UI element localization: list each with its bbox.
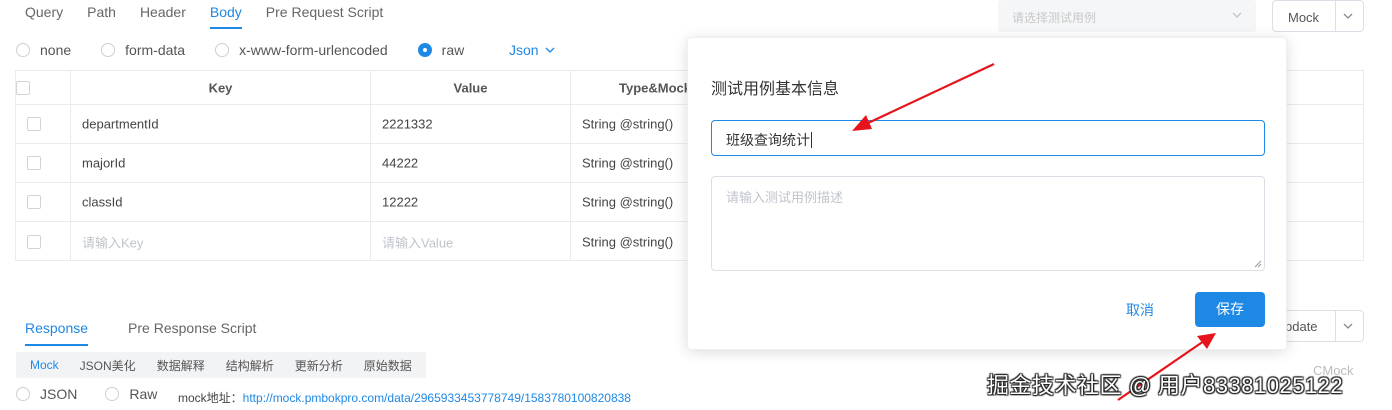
radio-x-www-form-urlencoded[interactable]: x-www-form-urlencoded	[215, 42, 388, 58]
radio-raw-format[interactable]: Raw	[105, 386, 157, 402]
mock-select[interactable]: Mock	[1272, 0, 1364, 32]
radio-label: Raw	[129, 386, 158, 402]
radio-label: form-data	[125, 42, 186, 58]
radio-none[interactable]: none	[16, 42, 71, 58]
cancel-button[interactable]: 取消	[1126, 300, 1154, 320]
subtab-raw-data[interactable]: 原始数据	[364, 357, 412, 374]
tab-response[interactable]: Response	[25, 320, 89, 346]
test-case-dialog: 测试用例基本信息 班级查询统计 请输入测试用例描述 取消 保存	[687, 37, 1287, 350]
radio-label: raw	[441, 42, 465, 58]
mock-select-value: Mock	[1288, 10, 1320, 25]
key-input[interactable]: 请输入Key	[71, 222, 371, 261]
test-case-select-placeholder: 请选择测试用例	[1012, 11, 1097, 25]
row-checkbox[interactable]	[27, 156, 41, 170]
row-checkbox[interactable]	[27, 234, 41, 249]
select-all-checkbox[interactable]	[16, 80, 30, 95]
raw-format-value: Json	[509, 42, 539, 58]
body-type-radios: none form-data x-www-form-urlencoded raw	[16, 40, 494, 60]
key-cell[interactable]: departmentId	[71, 105, 371, 143]
tab-header[interactable]: Header	[140, 4, 186, 29]
resize-grip-icon[interactable]	[1254, 260, 1262, 268]
radio-circle[interactable]	[101, 43, 116, 57]
response-tabs: Response Pre Response Script	[25, 320, 296, 346]
radio-form-data[interactable]: form-data	[101, 42, 185, 58]
update-select-value: pdate	[1285, 319, 1318, 334]
subtab-data-explain[interactable]: 数据解释	[157, 357, 205, 374]
text-caret	[811, 132, 812, 148]
row-checkbox[interactable]	[27, 195, 41, 209]
subtab-mock[interactable]: Mock	[30, 358, 59, 372]
response-format-radios: JSON Raw	[16, 386, 185, 402]
subtab-structure-parse[interactable]: 结构解析	[226, 357, 274, 374]
key-cell[interactable]: majorId	[71, 144, 371, 182]
header-value: Value	[371, 71, 571, 104]
dialog-title: 测试用例基本信息	[711, 81, 840, 98]
request-tabs: Query Path Header Body Pre Request Scrip…	[25, 4, 407, 29]
tab-pre-request-script[interactable]: Pre Request Script	[266, 4, 384, 29]
row-checkbox[interactable]	[27, 117, 41, 131]
test-case-name-value: 班级查询统计	[726, 132, 810, 148]
radio-json[interactable]: JSON	[16, 386, 77, 402]
divider	[1335, 1, 1336, 31]
chevron-down-icon	[1232, 12, 1242, 18]
tab-pre-response-script[interactable]: Pre Response Script	[128, 320, 256, 346]
value-cell[interactable]: 12222	[371, 183, 571, 221]
watermark: 掘金技术社区 @ 用户83381025122	[987, 373, 1344, 398]
mock-url-label: mock地址：	[178, 391, 243, 405]
radio-label: none	[40, 42, 72, 58]
test-case-description-textarea[interactable]: 请输入测试用例描述	[711, 176, 1265, 271]
tab-path[interactable]: Path	[87, 4, 116, 29]
value-cell[interactable]: 44222	[371, 144, 571, 182]
chevron-down-icon[interactable]	[1341, 319, 1355, 333]
radio-circle[interactable]	[16, 43, 30, 57]
radio-label: x-www-form-urlencoded	[239, 42, 388, 58]
value-cell[interactable]: 2221332	[371, 105, 571, 143]
value-input[interactable]: 请输入Value	[371, 222, 571, 261]
radio-circle[interactable]	[417, 43, 432, 57]
subtab-json-beautify[interactable]: JSON美化	[80, 357, 136, 374]
raw-format-dropdown[interactable]: Json	[509, 42, 557, 58]
response-subtabs: Mock JSON美化 数据解释 结构解析 更新分析 原始数据	[16, 352, 426, 378]
header-select-cell	[16, 71, 71, 104]
divider	[1335, 311, 1336, 341]
radio-label: JSON	[40, 386, 78, 402]
chevron-down-icon[interactable]	[1341, 9, 1355, 23]
radio-raw[interactable]: raw	[417, 42, 465, 58]
mock-url: mock地址：http://mock.pmbokpro.com/data/296…	[178, 389, 631, 406]
tab-query[interactable]: Query	[25, 4, 63, 29]
key-cell[interactable]: classId	[71, 183, 371, 221]
chevron-down-icon	[545, 47, 555, 53]
mock-url-link[interactable]: http://mock.pmbokpro.com/data/2965933453…	[243, 391, 631, 405]
description-placeholder: 请输入测试用例描述	[726, 190, 844, 205]
subtab-update-analysis[interactable]: 更新分析	[295, 357, 343, 374]
test-case-select[interactable]: 请选择测试用例	[998, 0, 1256, 32]
radio-circle[interactable]	[105, 387, 120, 401]
header-key: Key	[71, 71, 371, 104]
test-case-name-input[interactable]: 班级查询统计	[711, 120, 1265, 156]
save-button[interactable]: 保存	[1195, 292, 1265, 327]
radio-circle[interactable]	[215, 43, 230, 57]
tab-body[interactable]: Body	[209, 4, 242, 29]
radio-circle[interactable]	[16, 387, 30, 401]
